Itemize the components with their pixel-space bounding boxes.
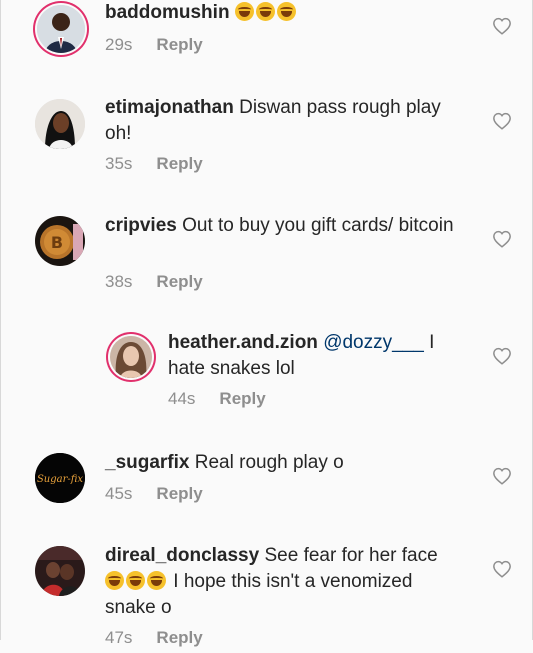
avatar[interactable]: B xyxy=(35,216,85,266)
reply-button[interactable]: Reply xyxy=(219,389,265,408)
heart-outline-icon[interactable] xyxy=(492,230,512,248)
avatar[interactable] xyxy=(37,5,85,53)
comment-username[interactable]: etimajonathan xyxy=(105,97,234,118)
reply-button[interactable]: Reply xyxy=(156,484,202,503)
comment-username[interactable]: heather.and.zion xyxy=(168,332,318,353)
reply-button[interactable]: Reply xyxy=(156,154,202,173)
comment-body: Real rough play o xyxy=(194,452,344,473)
mention-link[interactable]: @dozzy___ xyxy=(323,332,424,353)
comment-time: 45s xyxy=(105,484,133,503)
comment-item: baddomushin 29s Reply xyxy=(1,0,532,80)
face-with-tears-of-joy-icon xyxy=(126,571,145,590)
comment-text: _sugarfix Real rough play o xyxy=(105,450,462,476)
avatar[interactable] xyxy=(35,546,85,596)
comment-time: 38s xyxy=(105,272,133,291)
comment-text: etimajonathan Diswan pass rough play oh! xyxy=(105,95,462,147)
reply-button[interactable]: Reply xyxy=(156,272,202,291)
heart-outline-icon[interactable] xyxy=(492,560,512,578)
comment-text: baddomushin xyxy=(105,0,462,26)
comment-meta: 44s Reply xyxy=(168,389,266,409)
avatar[interactable]: Sugar-fix xyxy=(35,453,85,503)
comments-list: baddomushin 29s Reply etimajonathan Diswa… xyxy=(0,0,533,647)
svg-text:B: B xyxy=(51,233,63,252)
reply-item: heather.and.zion @dozzy___ I hate snakes… xyxy=(1,330,532,430)
comment-meta: 35s Reply xyxy=(105,154,203,174)
comment-body-start: See fear for her face xyxy=(264,545,438,566)
comment-item: etimajonathan Diswan pass rough play oh!… xyxy=(1,95,532,195)
comment-time: 47s xyxy=(105,628,133,647)
face-with-tears-of-joy-icon xyxy=(147,571,166,590)
heart-outline-icon[interactable] xyxy=(492,17,512,35)
face-with-tears-of-joy-icon xyxy=(255,2,275,21)
emoji-group xyxy=(105,571,168,592)
svg-text:Sugar-fix: Sugar-fix xyxy=(37,474,83,485)
emoji-group xyxy=(234,2,298,23)
heart-outline-icon[interactable] xyxy=(492,347,512,365)
comment-meta: 47s Reply xyxy=(105,628,203,648)
comment-item: B cripvies Out to buy you gift cards/ bi… xyxy=(1,213,532,313)
reply-button[interactable]: Reply xyxy=(156,35,202,54)
comment-text: heather.and.zion @dozzy___ I hate snakes… xyxy=(168,330,462,382)
comment-time: 44s xyxy=(168,389,196,408)
comment-username[interactable]: direal_donclassy xyxy=(105,545,259,566)
comment-meta: 38s Reply xyxy=(105,272,203,292)
comment-body: Out to buy you gift cards/ bitcoin xyxy=(182,215,454,236)
comment-text: direal_donclassy See fear for her face I… xyxy=(105,543,462,621)
face-with-tears-of-joy-icon xyxy=(234,2,254,21)
comment-username[interactable]: baddomushin xyxy=(105,2,230,23)
face-with-tears-of-joy-icon xyxy=(105,571,124,590)
comment-username[interactable]: cripvies xyxy=(105,215,177,236)
comment-meta: 29s Reply xyxy=(105,35,203,55)
comment-item: direal_donclassy See fear for her face I… xyxy=(1,543,532,653)
avatar[interactable] xyxy=(35,99,85,149)
comment-item: Sugar-fix _sugarfix Real rough play o 45… xyxy=(1,450,532,530)
face-with-tears-of-joy-icon xyxy=(276,2,296,21)
comment-text: cripvies Out to buy you gift cards/ bitc… xyxy=(105,213,462,239)
comment-time: 29s xyxy=(105,35,133,54)
comment-meta: 45s Reply xyxy=(105,484,203,504)
comment-time: 35s xyxy=(105,154,133,173)
comment-username[interactable]: _sugarfix xyxy=(105,452,189,473)
reply-button[interactable]: Reply xyxy=(156,628,202,647)
heart-outline-icon[interactable] xyxy=(492,112,512,130)
heart-outline-icon[interactable] xyxy=(492,467,512,485)
avatar[interactable] xyxy=(110,336,152,378)
